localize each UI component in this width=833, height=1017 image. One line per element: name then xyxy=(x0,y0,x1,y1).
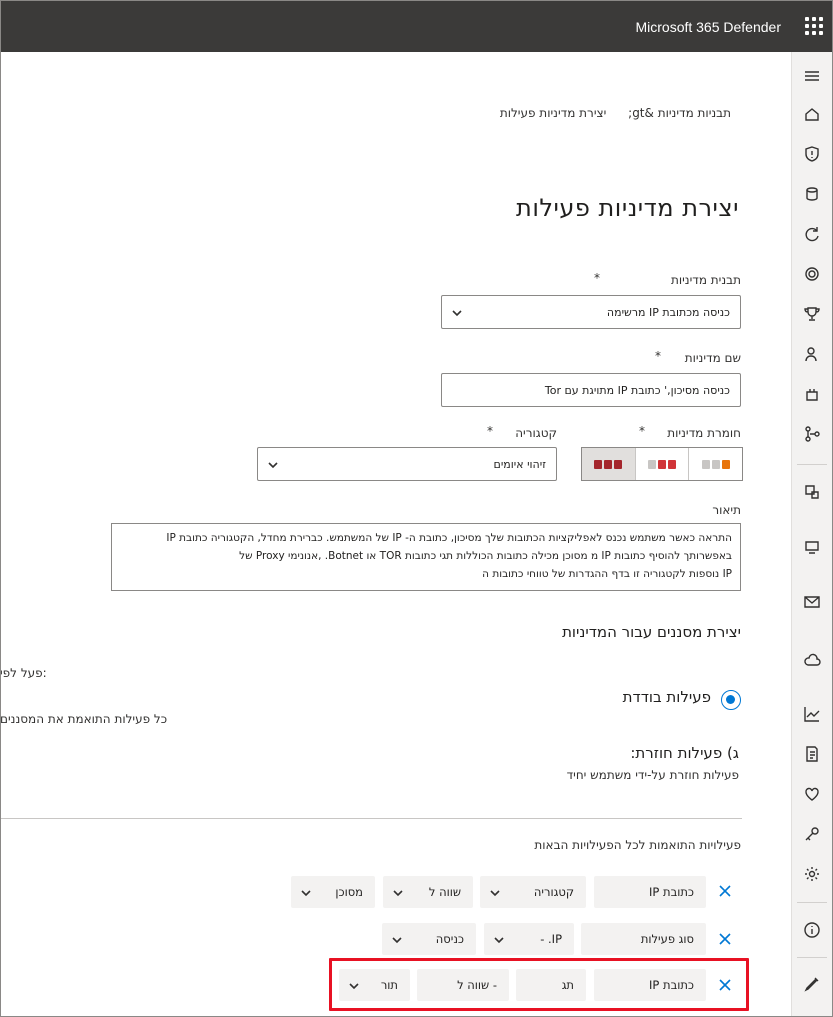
severity-selector xyxy=(581,447,743,481)
severity-high-button[interactable] xyxy=(582,448,636,480)
health-icon[interactable] xyxy=(802,784,822,804)
filter-subfield-select[interactable]: קטגוריה xyxy=(480,876,586,908)
cloud-icon[interactable] xyxy=(802,650,822,670)
filter-field-value: כתובת IP xyxy=(649,978,694,992)
divider xyxy=(0,818,742,819)
category-label: קטגוריה xyxy=(515,426,557,440)
template-select[interactable]: כניסה מכתובת IP מרשימה xyxy=(441,295,741,329)
breadcrumb-item-current: יצירת מדיניות פעילות xyxy=(499,106,607,120)
filter-operator-select[interactable]: - שווה ל xyxy=(417,969,509,1001)
description-line: התראה כאשר משתמש נכנס לאפליקציות הכתובות… xyxy=(166,532,732,544)
main-content: תבניות מדיניות &gt; יצירת מדיניות פעילות… xyxy=(0,52,791,1017)
reports-icon[interactable] xyxy=(802,704,822,724)
app-launcher-icon[interactable] xyxy=(805,17,823,35)
filters-section-title: יצירת מסננים עבור המדיניות xyxy=(562,623,741,641)
filter-field-value: סוג פעילות xyxy=(640,932,694,946)
remove-filter-icon[interactable] xyxy=(716,932,732,948)
description-label: תיאור xyxy=(712,503,741,517)
severity-label: חומרת מדיניות xyxy=(667,426,741,440)
chevron-down-icon xyxy=(452,307,462,317)
category-select[interactable]: זיהוי איומים xyxy=(257,447,557,481)
act-on-label: פעל לפי: xyxy=(0,666,47,680)
connectors-icon[interactable] xyxy=(802,424,822,444)
filter-field-select[interactable]: סוג פעילות xyxy=(581,923,706,955)
info-icon[interactable] xyxy=(802,920,822,940)
partners-icon[interactable] xyxy=(802,344,822,364)
assets-icon[interactable] xyxy=(802,482,822,502)
hunting-icon[interactable] xyxy=(802,224,822,244)
required-mark: * xyxy=(655,349,661,363)
filter-operator-value: - שווה ל xyxy=(457,978,497,992)
chevron-down-icon xyxy=(268,459,278,469)
filter-operator-value: שווה ל xyxy=(428,885,461,899)
chevron-down-icon xyxy=(301,887,311,897)
home-icon[interactable] xyxy=(802,104,822,124)
single-activity-desc: כל פעילות התואמת את המסננים xyxy=(0,712,168,726)
app-title[interactable]: Microsoft 365 Defender xyxy=(635,19,781,35)
filter-field-value: כתובת IP xyxy=(649,885,694,899)
email-icon[interactable] xyxy=(802,592,822,612)
policy-name-input[interactable]: כניסה מסיכון,' כתובת IP מתויגת עם Tor xyxy=(441,373,741,407)
filter-value-select[interactable]: כניסה xyxy=(382,923,476,955)
filter-value-value: כניסה xyxy=(435,932,464,946)
remove-filter-icon[interactable] xyxy=(716,978,732,994)
filter-field-select[interactable]: כתובת IP xyxy=(594,969,706,1001)
chevron-down-icon xyxy=(393,887,403,897)
chevron-down-icon xyxy=(392,934,402,944)
shield-icon[interactable] xyxy=(802,144,822,164)
policy-name-value: כניסה מסיכון,' כתובת IP מתויגת עם Tor xyxy=(544,384,730,397)
template-select-value: כניסה מכתובת IP מרשימה xyxy=(606,306,730,319)
chevron-down-icon xyxy=(349,980,359,990)
devices-icon[interactable] xyxy=(802,537,822,557)
remove-filter-icon[interactable] xyxy=(716,884,732,900)
permissions-icon[interactable] xyxy=(802,824,822,844)
policy-name-label: שם מדיניות xyxy=(684,351,741,365)
filter-operator-select[interactable]: שווה ל xyxy=(383,876,473,908)
single-activity-label[interactable]: פעילות בודדת xyxy=(623,688,711,706)
filter-field-select[interactable]: כתובת IP xyxy=(594,876,706,908)
filter-subfield-value: קטגוריה xyxy=(533,885,574,899)
trophy-icon[interactable] xyxy=(802,304,822,324)
breadcrumb: תבניות מדיניות &gt; יצירת מדיניות פעילות xyxy=(500,106,731,120)
required-mark: * xyxy=(594,271,600,285)
threat-analytics-icon[interactable] xyxy=(802,264,822,284)
filter-subfield-value: תג xyxy=(561,978,574,992)
filter-value-select[interactable]: מסוכן xyxy=(291,876,375,908)
match-label: פעילויות התואמות לכל הפעילויות הבאות xyxy=(534,838,741,852)
filter-operator-value: IP. - xyxy=(540,932,562,946)
description-line: באפשרותך להוסיף כתובות IP מ מסוכן מכילה … xyxy=(239,550,732,562)
filter-subfield-select[interactable]: תג xyxy=(516,969,586,1001)
filter-value-select[interactable]: תור xyxy=(339,969,410,1001)
required-mark: * xyxy=(639,424,645,438)
category-select-value: זיהוי איומים xyxy=(493,458,546,471)
severity-low-button[interactable] xyxy=(689,448,742,480)
filter-value-value: מסוכן xyxy=(335,885,363,899)
nav-rail xyxy=(791,52,833,1017)
page-title: יצירת מדיניות פעילות xyxy=(516,194,739,222)
repeated-activity-desc: פעילות חוזרת על-ידי משתמש יחיד xyxy=(566,768,739,782)
settings-icon[interactable] xyxy=(802,864,822,884)
breadcrumb-item-templates[interactable]: תבניות מדיניות &gt; xyxy=(628,106,731,120)
chevron-down-icon xyxy=(490,887,500,897)
template-label: תבנית מדיניות xyxy=(670,273,741,287)
single-activity-radio[interactable] xyxy=(721,690,741,710)
top-bar: Microsoft 365 Defender xyxy=(0,0,833,52)
incidents-icon[interactable] xyxy=(802,184,822,204)
hamburger-icon[interactable] xyxy=(802,66,822,86)
description-line: IP נוספות לקטגוריה זו בדף ההגדרות של טוו… xyxy=(482,568,732,580)
chevron-down-icon xyxy=(494,934,504,944)
repeated-activity-label[interactable]: ג) פעילות חוזרת: xyxy=(630,744,739,762)
severity-medium-button[interactable] xyxy=(636,448,690,480)
filter-value-value: תור xyxy=(380,978,398,992)
evaluation-icon[interactable] xyxy=(802,384,822,404)
audit-icon[interactable] xyxy=(802,744,822,764)
required-mark: * xyxy=(487,424,493,438)
filter-operator-select[interactable]: IP. - xyxy=(484,923,574,955)
customize-icon[interactable] xyxy=(802,974,822,994)
description-textarea[interactable]: התראה כאשר משתמש נכנס לאפליקציות הכתובות… xyxy=(111,523,741,591)
